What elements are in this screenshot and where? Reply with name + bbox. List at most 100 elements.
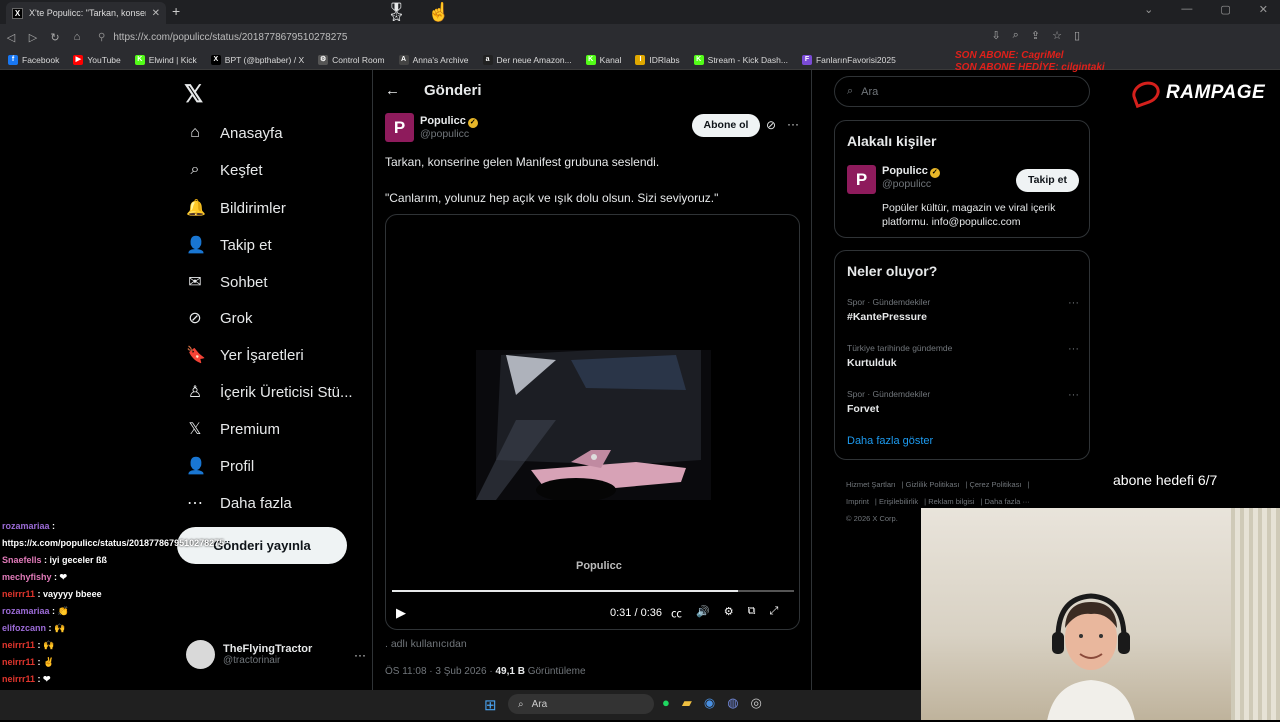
nav-item[interactable]: 𝕏 Premium: [186, 419, 280, 439]
nav-item[interactable]: 🔖 Yer İşaretleri: [186, 345, 304, 365]
chat-message: neirrr11 : ❤: [2, 671, 332, 688]
share-icon[interactable]: ⇪: [1031, 29, 1040, 42]
new-tab-button[interactable]: +: [172, 3, 180, 19]
trend-item[interactable]: Spor · Gündemdekiler #KantePressure ···: [847, 297, 1079, 323]
reload-icon[interactable]: ↻: [44, 31, 66, 44]
x-logo-icon[interactable]: 𝕏: [184, 80, 203, 109]
chat-message: neirrr11 : vayyyy bbeee: [2, 586, 332, 603]
trends-panel: Neler oluyor? Spor · Gündemdekiler #Kant…: [834, 250, 1090, 460]
verified-badge-icon: ✓: [467, 118, 478, 128]
taskbar-search[interactable]: ⌕ Ara: [508, 694, 654, 714]
author-avatar[interactable]: P: [385, 113, 414, 142]
captions-icon[interactable]: ㏄: [671, 605, 682, 621]
bookmark-favicon-icon: ⚙: [318, 54, 329, 65]
zoom-icon[interactable]: ⌕: [1013, 29, 1019, 42]
bookmark-item[interactable]: ▶ YouTube: [73, 54, 121, 65]
install-icon[interactable]: ⇩: [991, 29, 1000, 42]
bookmark-item[interactable]: X BPT (@bpthaber) / X: [210, 54, 304, 65]
footer-link[interactable]: Hizmet Şartları: [846, 480, 896, 489]
close-tab-icon[interactable]: ✕: [152, 8, 160, 19]
related-avatar[interactable]: P: [847, 165, 876, 194]
more-icon[interactable]: ···: [1068, 389, 1079, 401]
minimize-icon[interactable]: —: [1181, 3, 1192, 16]
bookmark-star-icon[interactable]: ☆: [1052, 29, 1062, 42]
site-info-icon[interactable]: ⚲: [98, 32, 105, 43]
obs-icon[interactable]: ◎: [751, 695, 762, 711]
play-icon[interactable]: ▶: [396, 605, 406, 621]
windows-start-icon[interactable]: ⊞: [484, 696, 497, 714]
file-explorer-icon[interactable]: ▰: [682, 695, 692, 711]
back-arrow-icon[interactable]: ←: [385, 82, 400, 99]
nav-item[interactable]: ⋯ Daha fazla: [186, 493, 292, 513]
chat-message: elifozcann : 🙌: [2, 620, 332, 637]
bookmark-favicon-icon: A: [398, 54, 409, 65]
browser-tab[interactable]: X X'te Populicc: "Tarkan, konserine ✕: [6, 2, 166, 24]
emoji-badge-1: 🎖: [385, 2, 408, 22]
grok-icon: ⊘: [188, 310, 202, 327]
nav-item[interactable]: ⊘ Grok: [186, 308, 252, 328]
follow-button[interactable]: Takip et: [1016, 169, 1079, 192]
back-icon[interactable]: ◁: [0, 31, 22, 44]
footer-link[interactable]: Imprint: [846, 497, 869, 506]
nav-item[interactable]: ♙ İçerik Üreticisi Stü...: [186, 382, 353, 402]
video-player[interactable]: Populicc ▶ 0:31 / 0:36 ㏄ 🔊 ⚙ ⧉ ⤢: [385, 214, 800, 630]
brand-logo: RAMPAGE: [1129, 77, 1265, 109]
trend-item[interactable]: Spor · Gündemdekiler Forvet ···: [847, 389, 1079, 415]
chevron-down-icon[interactable]: ⌄: [1144, 3, 1153, 16]
trend-item[interactable]: Türkiye tarihinde gündemde Kurtulduk ···: [847, 343, 1079, 369]
post-author[interactable]: P Populicc ✓ @populicc: [385, 113, 478, 142]
home-icon[interactable]: ⌂: [66, 31, 88, 43]
bookmark-item[interactable]: f Facebook: [8, 54, 59, 65]
chat-text: : ✌: [35, 657, 55, 667]
footer-link[interactable]: Erişilebilirlik: [879, 497, 918, 506]
video-controls: ㏄ 🔊 ⚙ ⧉ ⤢: [671, 605, 778, 621]
related-user[interactable]: P Populicc ✓ @populicc: [847, 165, 940, 194]
chat-message: rozamariaa :: [2, 518, 332, 535]
video-progress-bar[interactable]: [392, 590, 794, 592]
show-more-link[interactable]: Daha fazla göster: [847, 435, 933, 447]
bookmark-item[interactable]: I IDRlabs: [635, 54, 680, 65]
footer-link[interactable]: Daha fazla ···: [985, 497, 1030, 506]
footer-link[interactable]: Çerez Politikası: [969, 480, 1021, 489]
bookmark-item[interactable]: K Kanal: [585, 54, 621, 65]
footer-link[interactable]: Gizlilik Politikası: [906, 480, 960, 489]
nav-item[interactable]: 🔔 Bildirimler: [186, 198, 286, 218]
close-window-icon[interactable]: ✕: [1259, 3, 1268, 16]
trend-category: Spor · Gündemdekiler: [847, 389, 931, 399]
bookmark-item[interactable]: K Stream - Kick Dash...: [693, 54, 788, 65]
volume-icon[interactable]: 🔊: [696, 605, 710, 621]
bookmark-item[interactable]: A Anna's Archive: [398, 54, 469, 65]
nav-item[interactable]: 👤 Profil: [186, 456, 254, 476]
more-icon[interactable]: ···: [1068, 343, 1079, 355]
spotify-icon[interactable]: ●: [662, 695, 670, 711]
settings-gear-icon[interactable]: ⚙: [724, 605, 734, 621]
bookmark-item[interactable]: a Der neue Amazon...: [482, 54, 572, 65]
fullscreen-icon[interactable]: ⤢: [769, 605, 778, 621]
discord-icon[interactable]: ◍: [727, 695, 738, 711]
nav-item[interactable]: ⌕ Keşfet: [186, 161, 263, 179]
more-icon[interactable]: ···: [1068, 297, 1079, 309]
chat-message: neirrr11 : ✌: [2, 654, 332, 671]
forward-icon[interactable]: ▷: [22, 31, 44, 44]
post-text-2: "Canlarım, yolunuz hep açık ve ışık dolu…: [385, 191, 719, 205]
url-field[interactable]: ⚲ https://x.com/populicc/status/201877867…: [98, 32, 347, 43]
footer-link[interactable]: Reklam bilgisi: [928, 497, 974, 506]
more-icon[interactable]: ···: [787, 117, 799, 131]
chrome-icon[interactable]: ◉: [704, 695, 715, 711]
nav-item[interactable]: ⌂ Anasayfa: [186, 124, 282, 142]
subscribe-button[interactable]: Abone ol: [692, 114, 760, 137]
bookmark-favicon-icon: a: [482, 54, 493, 65]
bookmark-item[interactable]: K Elwind | Kick: [134, 54, 197, 65]
author-handle: @populicc: [420, 128, 470, 140]
pip-icon[interactable]: ⧉: [748, 605, 756, 621]
sidebar-icon[interactable]: ▯: [1074, 29, 1080, 42]
bookmark-item[interactable]: F FanlarınFavorisi2025: [801, 54, 896, 65]
nav-item[interactable]: ✉ Sohbet: [186, 272, 267, 292]
bookmark-item[interactable]: ⚙ Control Room: [318, 54, 385, 65]
grok-icon[interactable]: ⊘: [766, 118, 776, 132]
search-input[interactable]: ⌕ Ara: [834, 76, 1090, 107]
more-icon[interactable]: ···: [354, 648, 366, 662]
nav-item[interactable]: 👤 Takip et: [186, 235, 272, 255]
chat-message: Snaefells : iyi geceler ßß: [2, 552, 332, 569]
maximize-icon[interactable]: ▢: [1220, 3, 1230, 16]
